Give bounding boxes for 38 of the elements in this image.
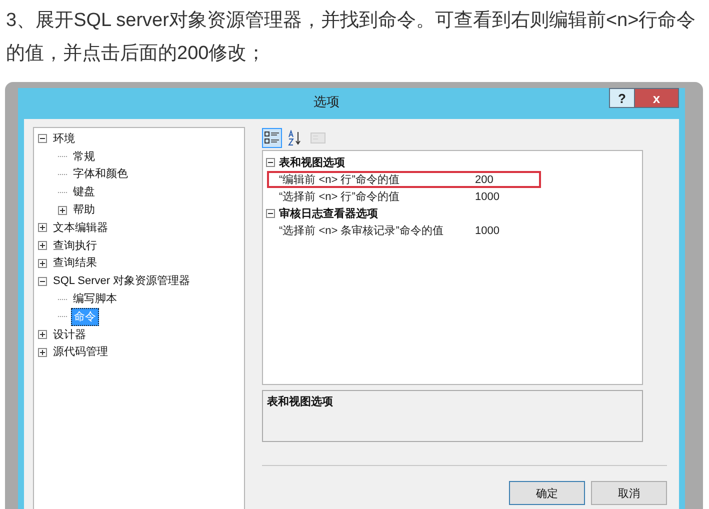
property-value[interactable]: 1000	[475, 190, 500, 202]
property-name: “选择前 <n> 条审核记录”命令的值	[278, 224, 444, 238]
expander-icon[interactable]	[58, 206, 67, 215]
description-text: 表和视图选项	[267, 396, 333, 408]
property-name: “选择前 <n> 行”命令的值	[278, 190, 400, 204]
expander-icon[interactable]	[38, 348, 47, 357]
ok-button[interactable]: 确定	[509, 481, 585, 505]
tree-item[interactable]: 查询执行	[51, 238, 99, 254]
categorized-icon[interactable]	[262, 128, 282, 148]
tree-item[interactable]: 环境	[51, 130, 77, 147]
instruction-text: 3、展开SQL server对象资源管理器，并找到命令。可查看到右则编辑前<n>行命令的值，并点击后面的200修改；	[5, 9, 697, 66]
expander-icon[interactable]	[38, 241, 47, 250]
category-label: 表和视图选项	[279, 156, 345, 170]
tree-item[interactable]: 键盘	[71, 184, 97, 200]
collapse-icon[interactable]	[266, 158, 275, 167]
tree-item[interactable]: 源代码管理	[51, 344, 110, 360]
tree-item[interactable]: 设计器	[51, 326, 88, 343]
category-label: 审核日志查看器选项	[279, 206, 378, 221]
help-button[interactable]: ?	[609, 88, 635, 108]
expander-icon[interactable]	[38, 258, 47, 268]
property-name: “编辑前 <n> 行”命令的值	[278, 173, 400, 187]
expander-icon[interactable]	[38, 330, 47, 340]
expander-icon[interactable]	[38, 134, 47, 144]
collapse-icon[interactable]	[266, 209, 275, 218]
property-value[interactable]: 1000	[475, 224, 500, 236]
tree-item[interactable]: 文本编辑器	[51, 220, 110, 236]
close-button[interactable]: x	[635, 88, 679, 108]
cancel-button[interactable]: 取消	[591, 481, 667, 505]
property-value[interactable]: 200	[475, 174, 494, 186]
tree-item[interactable]: 字体和颜色	[71, 166, 130, 182]
expander-icon[interactable]	[38, 223, 47, 232]
tree-item[interactable]: 常规	[71, 148, 97, 165]
expander-icon[interactable]	[38, 276, 47, 286]
tree-item[interactable]: 编写脚本	[71, 291, 119, 308]
tree-item[interactable]: 帮助	[71, 202, 97, 218]
tree-item[interactable]: 查询结果	[51, 255, 99, 272]
window-title: 选项	[312, 93, 340, 111]
tree-item[interactable]: SQL Server 对象资源管理器	[51, 273, 192, 290]
